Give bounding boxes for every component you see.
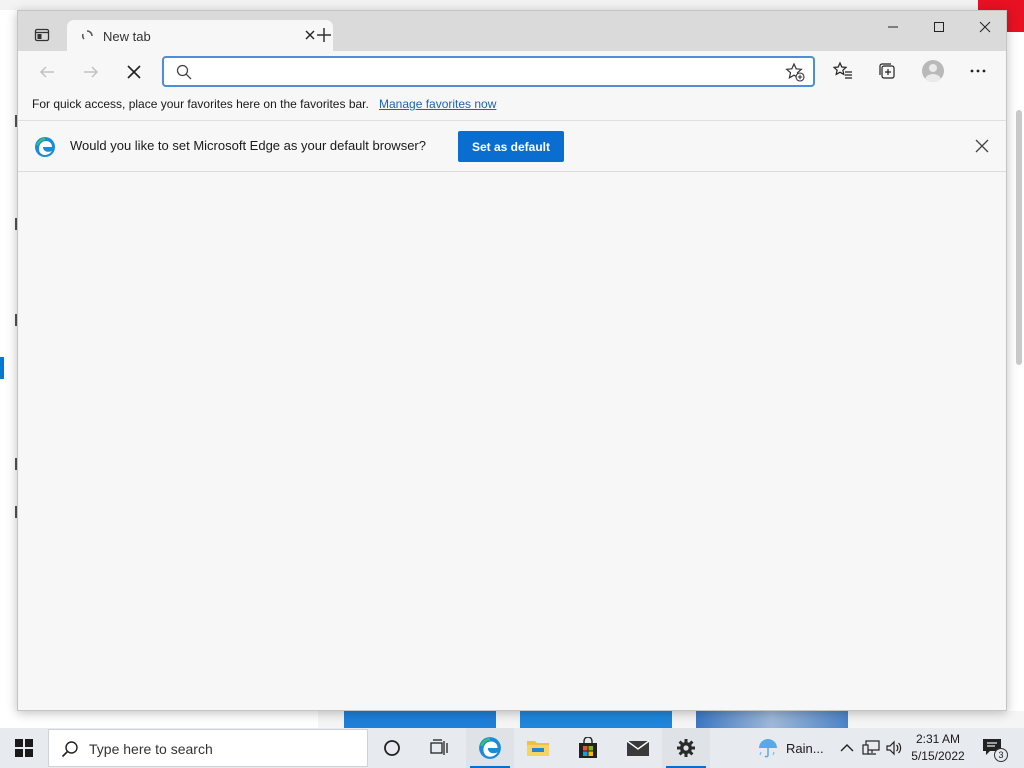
background-thumbnail[interactable]	[344, 711, 496, 728]
maximize-button[interactable]	[916, 11, 962, 43]
close-window-button[interactable]	[962, 11, 1008, 43]
taskbar-edge[interactable]	[466, 728, 514, 768]
background-titlebar	[0, 0, 1024, 10]
stop-loading-button[interactable]	[121, 59, 147, 85]
task-view-icon	[430, 739, 448, 755]
favorites-button[interactable]	[829, 57, 857, 85]
minimize-icon	[888, 26, 898, 28]
network-button[interactable]	[861, 738, 881, 758]
set-as-default-button[interactable]: Set as default	[458, 131, 564, 162]
tab-new-tab[interactable]: New tab	[67, 20, 333, 52]
favorites-bar: For quick access, place your favorites h…	[18, 91, 1006, 121]
edge-logo-icon	[479, 737, 501, 759]
title-bar: New tab	[18, 11, 1008, 52]
weather-rain-icon	[759, 739, 777, 758]
collections-icon	[879, 63, 895, 79]
clock-time: 2:31 AM	[915, 732, 961, 746]
profile-button[interactable]	[919, 57, 947, 85]
cortana-button[interactable]	[368, 728, 416, 768]
notification-count-badge: 3	[994, 748, 1008, 762]
clock-date: 5/15/2022	[911, 749, 965, 763]
favorites-bar-hint: For quick access, place your favorites h…	[32, 97, 369, 111]
volume-icon	[886, 740, 902, 756]
browser-window: New tab For quick access, place your fav…	[17, 10, 1007, 711]
file-explorer-icon	[527, 741, 549, 756]
forward-button[interactable]	[78, 59, 104, 85]
infobar-message: Would you like to set Microsoft Edge as …	[70, 138, 426, 153]
stop-icon	[127, 65, 141, 79]
settings-and-more-button[interactable]	[964, 57, 992, 85]
taskbar-file-explorer[interactable]	[514, 728, 562, 768]
collections-button[interactable]	[873, 57, 901, 85]
taskbar-search-box[interactable]: Type here to search	[48, 729, 368, 767]
chevron-up-icon	[840, 744, 854, 752]
more-icon	[970, 69, 986, 73]
favorites-icon	[833, 61, 852, 79]
browser-toolbar	[18, 51, 1006, 91]
close-icon[interactable]	[974, 138, 990, 154]
background-thumbnail[interactable]	[696, 711, 848, 728]
action-center-button[interactable]: 3	[980, 736, 1008, 762]
settings-icon	[677, 739, 695, 757]
plus-icon	[317, 28, 331, 42]
maximize-icon	[934, 22, 944, 32]
manage-favorites-link[interactable]: Manage favorites now	[379, 97, 496, 111]
address-input[interactable]	[200, 62, 770, 82]
back-button[interactable]	[34, 59, 60, 85]
cortana-icon	[384, 740, 400, 756]
loading-spinner-icon	[81, 30, 93, 40]
task-view-button[interactable]	[416, 728, 464, 768]
background-thumbnail[interactable]	[520, 711, 672, 728]
taskbar: Type here to search Rain... 2:31 AM 5/15…	[0, 728, 1024, 768]
mail-icon	[626, 740, 650, 756]
new-tab-button[interactable]	[312, 23, 336, 47]
windows-icon	[15, 739, 33, 757]
close-icon	[979, 21, 991, 33]
search-icon	[176, 64, 192, 80]
tab-actions-icon[interactable]	[28, 23, 56, 47]
network-icon	[862, 740, 880, 755]
page-content	[18, 173, 1006, 710]
taskbar-mail[interactable]	[614, 728, 662, 768]
show-hidden-icons-button[interactable]	[837, 738, 857, 758]
search-icon	[61, 741, 78, 758]
start-button[interactable]	[0, 728, 48, 768]
back-arrow-icon	[39, 66, 54, 78]
taskbar-search-placeholder: Type here to search	[89, 741, 213, 757]
tab-title: New tab	[103, 29, 151, 44]
taskbar-clock[interactable]: 2:31 AM 5/15/2022	[902, 731, 974, 765]
background-scrollbar[interactable]	[1016, 110, 1022, 365]
minimize-button[interactable]	[870, 11, 916, 43]
default-browser-infobar: Would you like to set Microsoft Edge as …	[18, 122, 1006, 172]
add-favorite-icon[interactable]	[785, 62, 805, 82]
profile-icon	[922, 60, 944, 82]
background-selection-accent	[0, 357, 4, 379]
store-icon	[579, 737, 597, 758]
weather-widget[interactable]: Rain...	[756, 736, 836, 760]
taskbar-settings[interactable]	[662, 728, 710, 768]
taskbar-store[interactable]	[564, 728, 612, 768]
forward-arrow-icon	[84, 66, 99, 78]
edge-logo-icon	[35, 137, 55, 157]
address-bar[interactable]	[162, 56, 815, 87]
volume-button[interactable]	[884, 738, 904, 758]
weather-text: Rain...	[786, 741, 824, 756]
